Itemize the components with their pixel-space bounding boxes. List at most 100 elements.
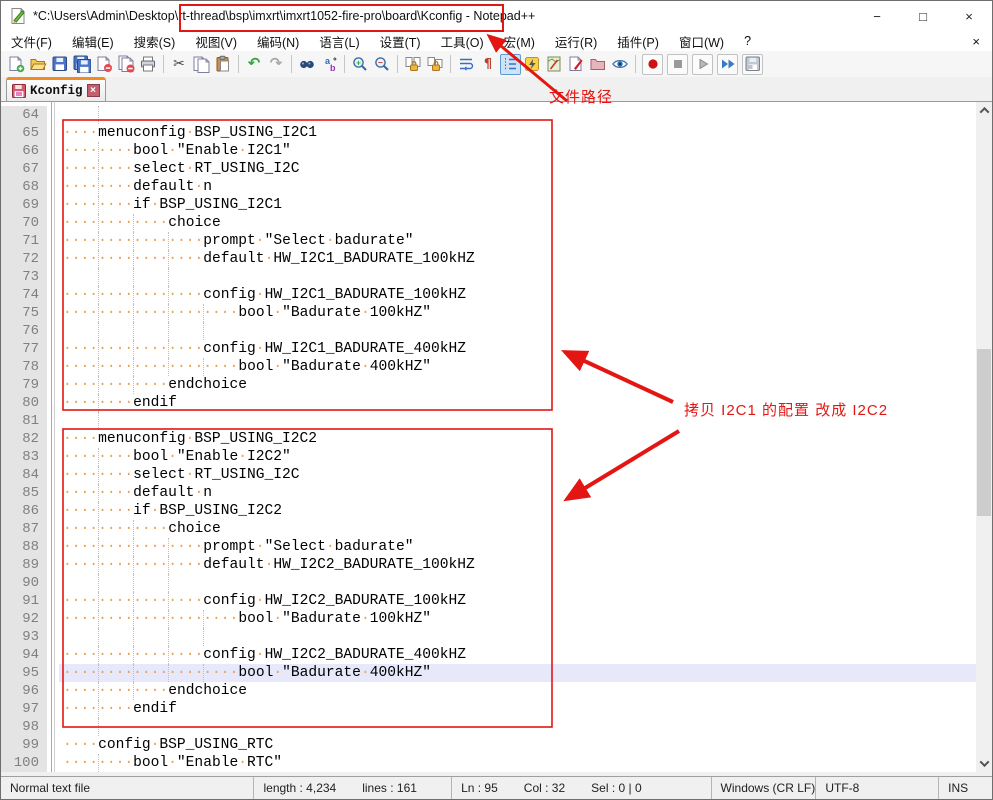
- redo-icon[interactable]: ↷: [266, 54, 287, 75]
- code-line-70[interactable]: ············choice: [59, 214, 976, 232]
- undo-icon[interactable]: ↶: [244, 54, 265, 75]
- record-macro-icon[interactable]: [642, 54, 663, 75]
- tab-close-icon[interactable]: ×: [87, 84, 100, 97]
- open-icon[interactable]: [28, 54, 49, 75]
- code-line-92[interactable]: ····················bool·"Badurate·100kH…: [59, 610, 976, 628]
- save-all-icon[interactable]: [72, 54, 93, 75]
- code-line-94[interactable]: ················config·HW_I2C2_BADURATE_…: [59, 646, 976, 664]
- code-line-85[interactable]: ········default·n: [59, 484, 976, 502]
- close-button[interactable]: ×: [946, 1, 992, 31]
- menu-item-8[interactable]: 宏(M): [494, 30, 545, 53]
- save-icon[interactable]: [50, 54, 71, 75]
- code-line-87[interactable]: ············choice: [59, 520, 976, 538]
- menu-item-4[interactable]: 编码(N): [247, 30, 309, 53]
- code-line-89[interactable]: ················default·HW_I2C2_BADURATE…: [59, 556, 976, 574]
- monitoring-icon[interactable]: [610, 54, 631, 75]
- line-number: 93: [1, 628, 39, 646]
- code-line-80[interactable]: ········endif: [59, 394, 976, 412]
- menu-item-12[interactable]: ?: [734, 32, 761, 50]
- code-line-98[interactable]: [59, 718, 976, 736]
- line-number-gutter: 6465666768697071727374757677787980818283…: [1, 102, 59, 772]
- document-close-icon[interactable]: ×: [960, 34, 992, 49]
- copy-icon[interactable]: [191, 54, 212, 75]
- code-line-74[interactable]: ················config·HW_I2C1_BADURATE_…: [59, 286, 976, 304]
- code-line-78[interactable]: ····················bool·"Badurate·400kH…: [59, 358, 976, 376]
- line-number: 66: [1, 142, 39, 160]
- code-line-76[interactable]: [59, 322, 976, 340]
- code-line-79[interactable]: ············endchoice: [59, 376, 976, 394]
- menu-item-11[interactable]: 窗口(W): [669, 30, 734, 53]
- replace-icon[interactable]: ab: [319, 54, 340, 75]
- tab-kconfig[interactable]: Kconfig ×: [6, 77, 106, 101]
- menu-item-2[interactable]: 搜索(S): [124, 30, 186, 53]
- menu-item-0[interactable]: 文件(F): [1, 30, 62, 53]
- menu-item-3[interactable]: 视图(V): [185, 30, 247, 53]
- code-line-88[interactable]: ················prompt·"Select·badurate": [59, 538, 976, 556]
- indent-guide-icon[interactable]: [500, 54, 521, 75]
- code-editor[interactable]: 6465666768697071727374757677787980818283…: [1, 102, 992, 772]
- code-line-90[interactable]: [59, 574, 976, 592]
- word-wrap-icon[interactable]: [456, 54, 477, 75]
- code-line-73[interactable]: [59, 268, 976, 286]
- stop-macro-icon[interactable]: [667, 54, 688, 75]
- code-line-64[interactable]: [59, 106, 976, 124]
- menu-item-5[interactable]: 语言(L): [309, 30, 369, 53]
- menu-item-6[interactable]: 设置(T): [370, 30, 431, 53]
- run-macro-multiple-icon[interactable]: [717, 54, 738, 75]
- minimize-button[interactable]: −: [854, 1, 900, 31]
- code-line-96[interactable]: ············endchoice: [59, 682, 976, 700]
- cut-icon[interactable]: ✂: [169, 54, 190, 75]
- code-line-93[interactable]: [59, 628, 976, 646]
- code-area[interactable]: ····menuconfig·BSP_USING_I2C1········boo…: [59, 106, 976, 772]
- new-file-icon[interactable]: [6, 54, 27, 75]
- code-line-99[interactable]: ····config·BSP_USING_RTC: [59, 736, 976, 754]
- doc-map-icon[interactable]: [544, 54, 565, 75]
- menu-item-1[interactable]: 编辑(E): [62, 30, 124, 53]
- menu-item-10[interactable]: 插件(P): [607, 30, 669, 53]
- code-line-69[interactable]: ········if·BSP_USING_I2C1: [59, 196, 976, 214]
- code-line-91[interactable]: ················config·HW_I2C2_BADURATE_…: [59, 592, 976, 610]
- menu-item-7[interactable]: 工具(O): [431, 30, 494, 53]
- close-icon[interactable]: [94, 54, 115, 75]
- code-line-65[interactable]: ····menuconfig·BSP_USING_I2C1: [59, 124, 976, 142]
- vertical-scrollbar[interactable]: [976, 102, 992, 772]
- sync-horizontal-icon[interactable]: [425, 54, 446, 75]
- find-icon[interactable]: [297, 54, 318, 75]
- scroll-down-icon[interactable]: [976, 755, 992, 772]
- code-line-66[interactable]: ········bool·"Enable·I2C1": [59, 142, 976, 160]
- code-line-68[interactable]: ········default·n: [59, 178, 976, 196]
- code-line-77[interactable]: ················config·HW_I2C1_BADURATE_…: [59, 340, 976, 358]
- status-encoding: UTF-8: [815, 777, 938, 799]
- scrollbar-thumb[interactable]: [977, 349, 991, 516]
- play-macro-icon[interactable]: [692, 54, 713, 75]
- folder-workspace-icon[interactable]: [588, 54, 609, 75]
- code-line-71[interactable]: ················prompt·"Select·badurate": [59, 232, 976, 250]
- maximize-button[interactable]: □: [900, 1, 946, 31]
- code-line-84[interactable]: ········select·RT_USING_I2C: [59, 466, 976, 484]
- line-number: 76: [1, 322, 39, 340]
- line-number: 75: [1, 304, 39, 322]
- code-line-95[interactable]: ····················bool·"Badurate·400kH…: [59, 664, 976, 682]
- toolbar: ✂ ↶↷ ab +− ¶: [1, 51, 992, 77]
- code-line-97[interactable]: ········endif: [59, 700, 976, 718]
- sync-vertical-icon[interactable]: [403, 54, 424, 75]
- zoom-out-icon[interactable]: −: [372, 54, 393, 75]
- save-macro-icon[interactable]: [742, 54, 763, 75]
- code-line-82[interactable]: ····menuconfig·BSP_USING_I2C2: [59, 430, 976, 448]
- code-line-72[interactable]: ················default·HW_I2C1_BADURATE…: [59, 250, 976, 268]
- scroll-up-icon[interactable]: [976, 102, 992, 119]
- code-line-86[interactable]: ········if·BSP_USING_I2C2: [59, 502, 976, 520]
- print-icon[interactable]: [138, 54, 159, 75]
- paste-icon[interactable]: [213, 54, 234, 75]
- code-line-81[interactable]: [59, 412, 976, 430]
- code-line-75[interactable]: ····················bool·"Badurate·100kH…: [59, 304, 976, 322]
- menu-item-9[interactable]: 运行(R): [545, 30, 607, 53]
- function-list-icon[interactable]: [566, 54, 587, 75]
- define-language-icon[interactable]: [522, 54, 543, 75]
- code-line-83[interactable]: ········bool·"Enable·I2C2": [59, 448, 976, 466]
- code-line-100[interactable]: ········bool·"Enable·RTC": [59, 754, 976, 772]
- close-all-icon[interactable]: [116, 54, 137, 75]
- show-all-chars-icon[interactable]: ¶: [478, 54, 499, 75]
- zoom-in-icon[interactable]: +: [350, 54, 371, 75]
- code-line-67[interactable]: ········select·RT_USING_I2C: [59, 160, 976, 178]
